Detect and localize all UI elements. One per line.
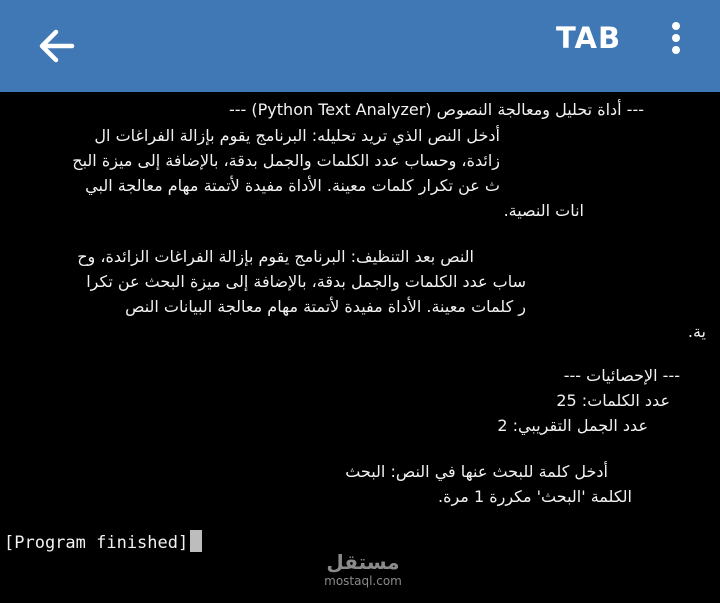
program-finished-text: [Program finished] [4,533,189,553]
prompt-line: ث عن تكرار كلمات معينة. الأداة مفيدة لأت… [85,176,500,195]
header-line: --- أداة تحليل ومعالجة النصوص (Python Te… [229,100,644,119]
cleaned-line: النص بعد التنظيف: البرنامج يقوم بإزالة ا… [77,247,474,266]
word-count: عدد الكلمات: 25 [556,391,670,410]
program-finished: [Program finished] [4,530,203,555]
app-bar: TAB [0,0,720,92]
search-prompt: أدخل كلمة للبحث عنها في النص: البحث [345,462,608,481]
text-cursor [190,530,203,552]
more-options-button[interactable] [660,18,692,58]
watermark-url: mostaql.com [324,574,402,588]
prompt-line: أدخل النص الذي تريد تحليله: البرنامج يقو… [94,126,500,145]
search-result: الكلمة 'البحث' مكررة 1 مرة. [437,487,632,506]
sentence-count: عدد الجمل التقريبي: 2 [497,416,648,435]
prompt-line: زائدة، وحساب عدد الكلمات والجمل بدقة، با… [72,151,500,170]
stats-header: --- الإحصائيات --- [563,366,680,385]
watermark: مستقل mostaql.com [318,550,408,588]
back-button[interactable] [34,22,82,70]
terminal-output[interactable]: --- أداة تحليل ومعالجة النصوص (Python Te… [0,92,720,603]
cleaned-line: ر كلمات معينة. الأداة مفيدة لأتمتة مهام … [125,297,526,316]
cleaned-line: ية. [687,322,706,341]
prompt-line: انات النصية. [503,201,584,220]
watermark-logo: مستقل [326,550,400,574]
arrow-left-icon [39,29,75,63]
tab-button[interactable]: TAB [556,18,621,58]
cleaned-line: ساب عدد الكلمات والجمل بدقة، بالإضافة إل… [86,272,526,291]
